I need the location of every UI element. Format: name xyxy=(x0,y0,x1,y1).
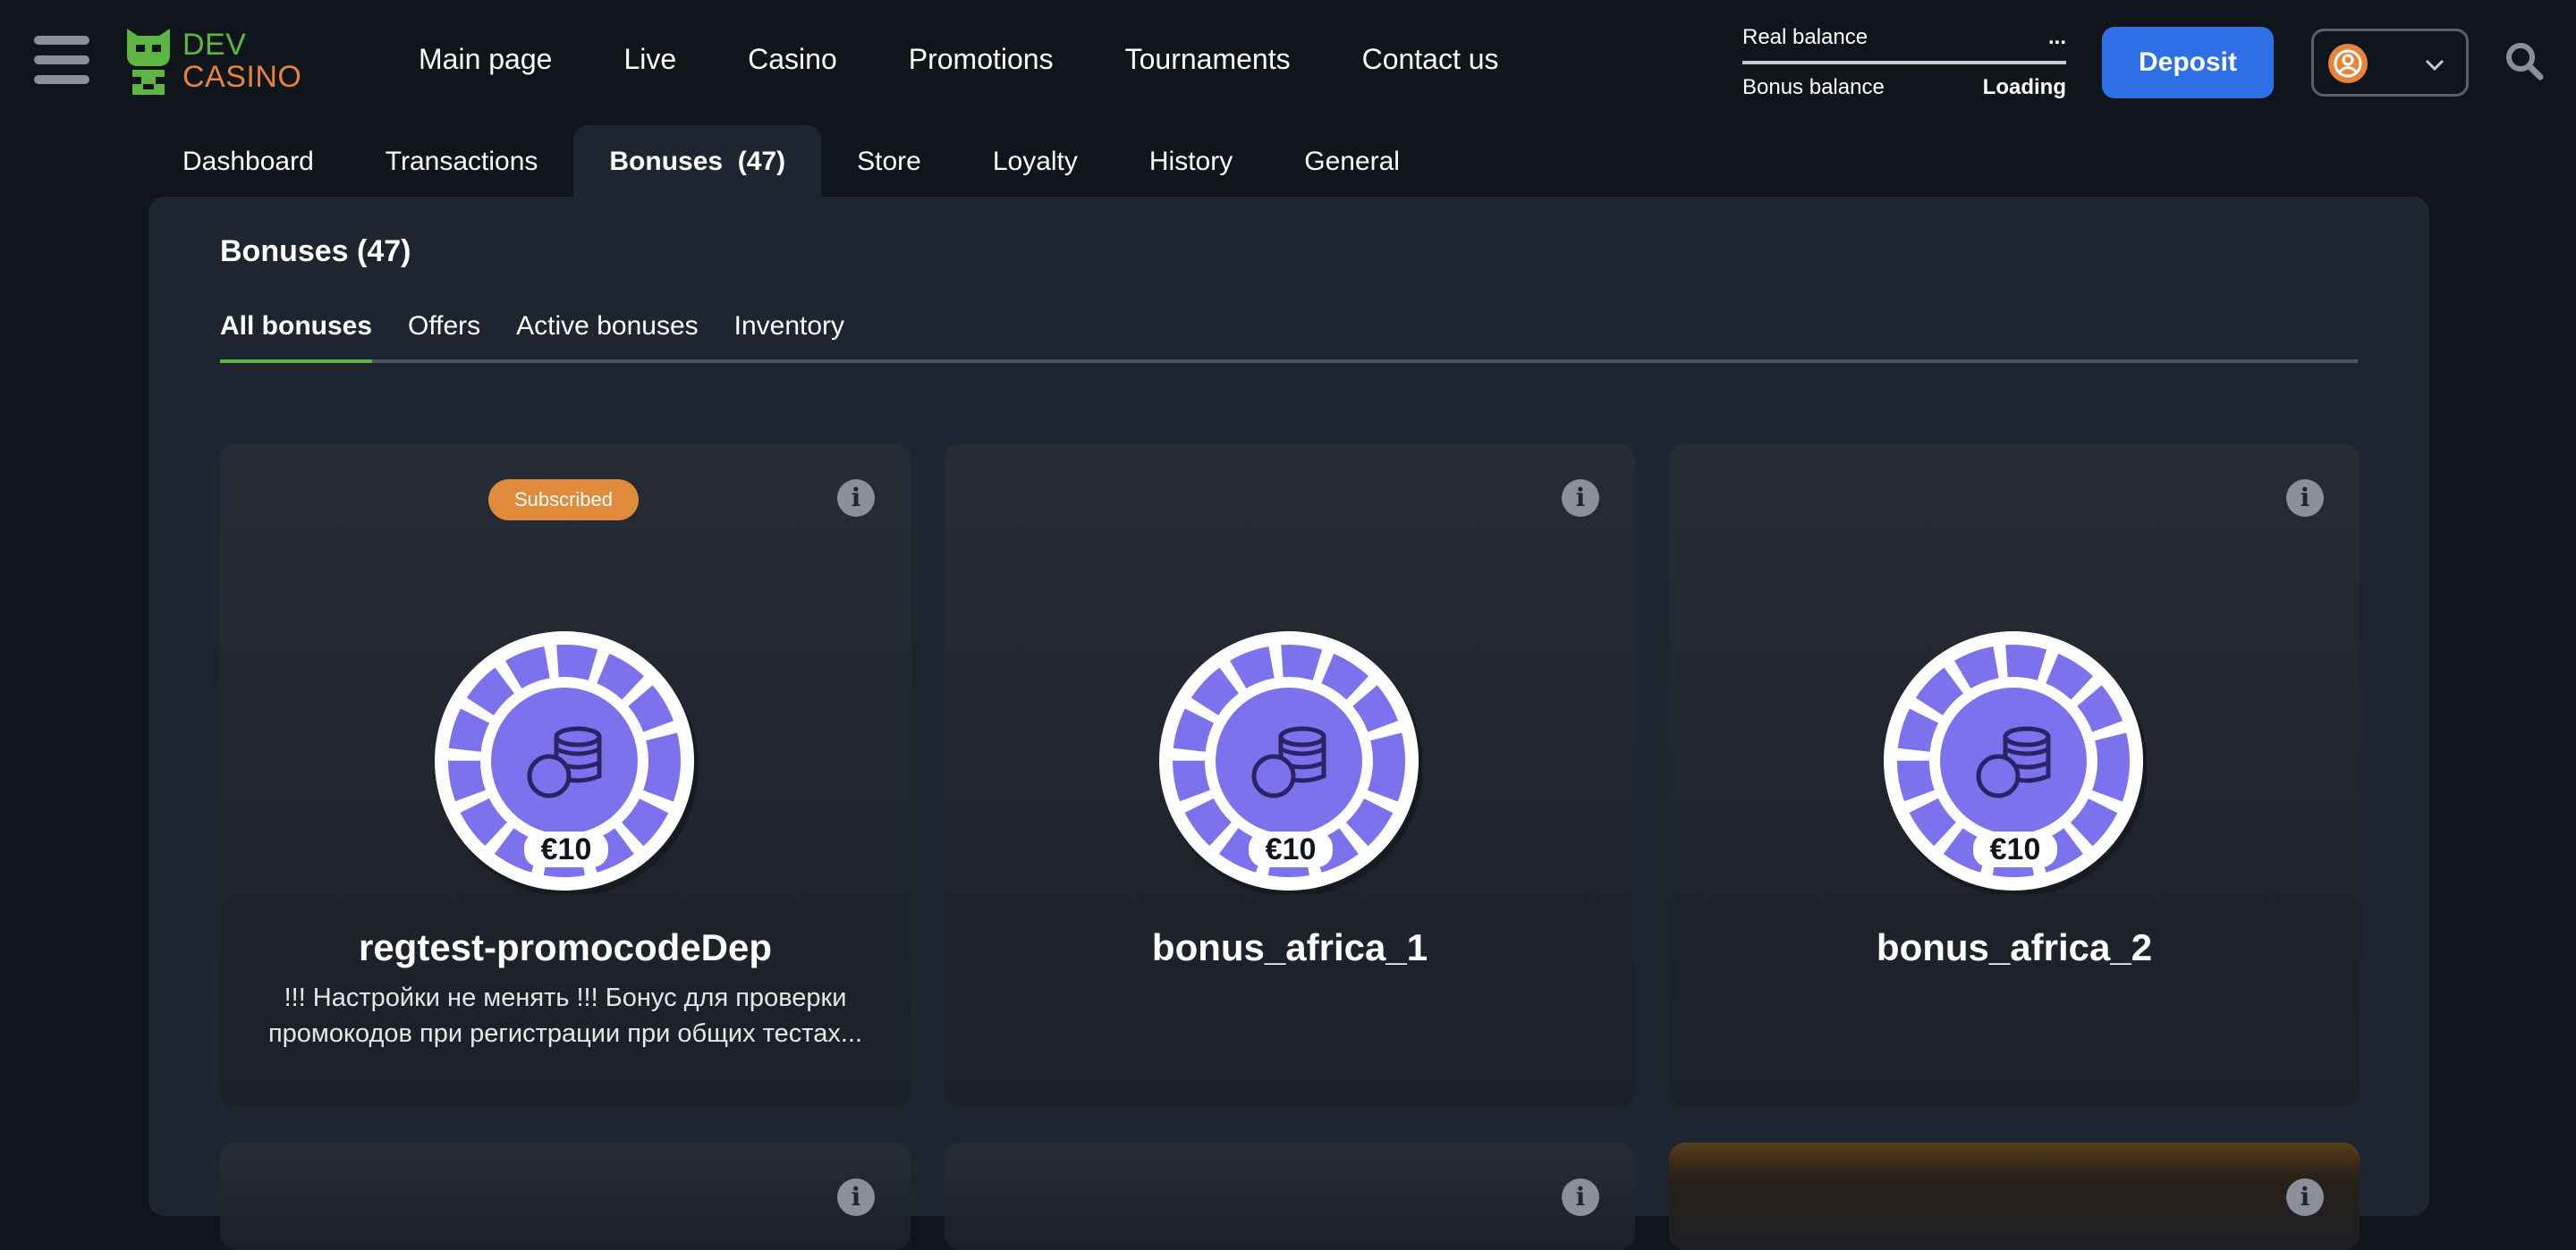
subtab-all-bonuses[interactable]: All bonuses xyxy=(220,308,373,363)
user-icon xyxy=(2334,49,2362,78)
bonus-card[interactable]: Subscribed i €10 regtest-promocodeDep !!… xyxy=(220,443,911,1107)
tab-transactions[interactable]: Transactions xyxy=(350,125,574,198)
chip-image: €10 xyxy=(435,631,699,897)
bonus-card[interactable]: i €10 bonus_africa_2 xyxy=(1669,443,2360,1107)
chip-image: €10 xyxy=(1884,631,2148,897)
tab-loyalty[interactable]: Loyalty xyxy=(957,125,1114,198)
bonus-amount: €10 xyxy=(1249,832,1333,867)
info-icon[interactable]: i xyxy=(1562,1178,1599,1216)
user-menu[interactable] xyxy=(2311,29,2469,97)
subtab-offers[interactable]: Offers xyxy=(408,308,480,359)
tab-store[interactable]: Store xyxy=(821,125,957,198)
bonus-name: bonus_africa_2 xyxy=(1876,926,2153,968)
tab-bonuses[interactable]: Bonuses (47) xyxy=(573,125,822,198)
bonus-card[interactable]: i xyxy=(220,1143,911,1250)
bonus-card[interactable]: i xyxy=(1669,1143,2360,1250)
logo-text-casino: CASINO xyxy=(182,60,302,94)
real-balance-value: ... xyxy=(2047,25,2066,49)
nav-contact-us[interactable]: Contact us xyxy=(1362,39,1499,79)
info-icon[interactable]: i xyxy=(837,479,875,517)
profile-tabs: Dashboard Transactions Bonuses (47) Stor… xyxy=(147,125,1436,198)
nav-casino[interactable]: Casino xyxy=(748,39,837,79)
nav-main-page[interactable]: Main page xyxy=(419,39,552,79)
bonuses-panel: Bonuses (47) All bonuses Offers Active b… xyxy=(148,197,2429,1250)
tab-history[interactable]: History xyxy=(1114,125,1268,198)
info-icon[interactable]: i xyxy=(1562,479,1599,517)
bonus-amount: €10 xyxy=(1973,832,2057,867)
bonus-card[interactable]: i xyxy=(945,1143,1635,1250)
bonus-card[interactable]: i €10 bonus_africa_1 xyxy=(945,443,1635,1107)
logo[interactable]: DEV CASINO xyxy=(123,25,301,97)
real-balance-label: Real balance xyxy=(1742,25,1868,49)
real-balance-row: Real balance ... xyxy=(1742,23,2066,64)
subtab-inventory[interactable]: Inventory xyxy=(734,308,844,359)
chevron-down-icon xyxy=(2425,59,2445,72)
nav-tournaments[interactable]: Tournaments xyxy=(1125,39,1291,79)
bonus-description: !!! Настройки не менять !!! Бонус для пр… xyxy=(267,984,863,1048)
logo-text-dev: DEV xyxy=(182,28,247,62)
bonus-balance-row: Bonus balance Loading xyxy=(1742,73,2066,102)
tab-dashboard[interactable]: Dashboard xyxy=(147,125,350,198)
status-badge: Subscribed xyxy=(488,479,639,520)
bonus-amount: €10 xyxy=(524,832,608,867)
menu-icon[interactable] xyxy=(34,36,89,86)
info-icon[interactable]: i xyxy=(837,1178,875,1216)
tab-general[interactable]: General xyxy=(1268,125,1436,198)
bonus-balance-label: Bonus balance xyxy=(1742,75,1885,99)
chip-image: €10 xyxy=(1159,631,1423,897)
nav-live[interactable]: Live xyxy=(623,39,676,79)
header: DEV CASINO Main page Live Casino Promoti… xyxy=(0,0,2576,125)
info-icon[interactable]: i xyxy=(2286,1178,2324,1216)
info-icon[interactable]: i xyxy=(2286,479,2324,517)
main-nav: Main page Live Casino Promotions Tournam… xyxy=(419,39,1571,79)
subtab-active-bonuses[interactable]: Active bonuses xyxy=(516,308,698,359)
search-icon[interactable] xyxy=(2504,41,2544,80)
bonus-name: regtest-promocodeDep xyxy=(358,926,773,968)
balance-widget: Real balance ... Bonus balance Loading xyxy=(1742,23,2066,102)
bonus-balance-value: Loading xyxy=(1982,75,2066,99)
page-title: Bonuses (47) xyxy=(220,234,411,268)
bonus-subtabs: All bonuses Offers Active bonuses Invent… xyxy=(220,308,2358,363)
bonus-name: bonus_africa_1 xyxy=(1151,926,1428,968)
deposit-button[interactable]: Deposit xyxy=(2102,27,2274,98)
avatar xyxy=(2328,44,2368,83)
logo-icon xyxy=(127,29,170,95)
nav-promotions[interactable]: Promotions xyxy=(909,39,1054,79)
